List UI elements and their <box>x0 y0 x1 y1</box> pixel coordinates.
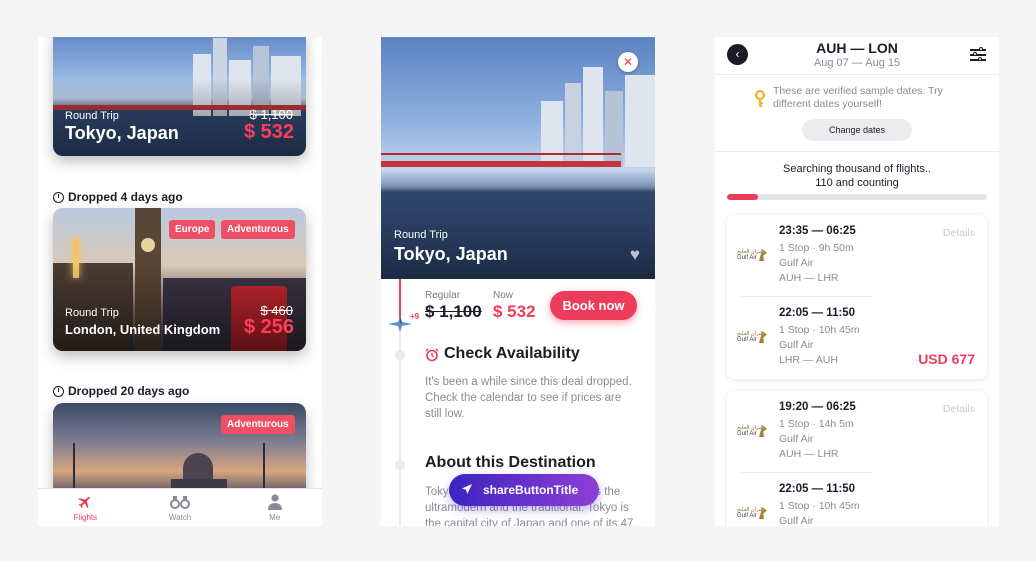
check-availability-text: It's been a while since this deal droppe… <box>425 376 632 420</box>
flight-time: 23:35 — 06:25 <box>779 225 856 237</box>
timeline-dot <box>395 350 405 360</box>
flight-route: LHR — AUH <box>779 354 838 366</box>
deals-list-screen: Round Trip Tokyo, Japan $ 1,100 $ 532 Dr… <box>38 37 322 526</box>
regular-label: Regular <box>425 290 461 301</box>
bottom-tab-bar: Flights Watch Me <box>38 488 322 526</box>
person-icon <box>267 494 282 511</box>
flight-leg: طيران الخليج Gulf Air 22:05 — 11:50 1 Sto… <box>727 473 987 526</box>
about-destination-title: About this Destination <box>425 454 596 471</box>
tag-adventurous: Adventurous <box>221 220 295 239</box>
tab-label: Flights <box>73 512 98 522</box>
gulf-air-logo: طيران الخليج Gulf Air <box>737 425 767 441</box>
check-availability-title[interactable]: Check Availability <box>444 345 580 363</box>
tab-me[interactable]: Me <box>227 489 322 526</box>
gulf-air-logo: طيران الخليج Gulf Air <box>737 249 767 265</box>
now-label: Now <box>493 290 514 301</box>
book-now-button[interactable]: Book now <box>550 291 637 320</box>
trip-label: Round Trip <box>394 229 448 241</box>
searching-text: Searching thousand of flights.. <box>783 163 931 175</box>
close-icon: ✕ <box>622 55 634 69</box>
filter-icon[interactable] <box>970 47 986 62</box>
hero-photo <box>381 37 655 279</box>
tag-adventurous: Adventurous <box>221 415 295 434</box>
clock-icon <box>53 385 64 397</box>
search-status: Searching thousand of flights.. 110 and … <box>715 162 999 190</box>
flight-search-screen: ‹ AUH — LON Aug 07 — Aug 15 These are ve… <box>715 37 999 526</box>
flight-stops: 1 Stop · 9h 50m <box>779 242 854 254</box>
now-price: $ 532 <box>493 302 536 321</box>
key-icon <box>752 89 768 113</box>
flight-time: 19:20 — 06:25 <box>779 401 856 413</box>
new-price: $ 256 <box>243 316 294 338</box>
trip-label: Round Trip <box>65 110 119 122</box>
share-label: shareButtonTitle <box>483 483 579 497</box>
deal-detail-screen: ✕ Round Trip Tokyo, Japan ♥ +9 Regular $… <box>381 37 655 526</box>
flight-result-card[interactable]: Details طيران الخليج Gulf Air 19:20 — 06:… <box>727 391 987 526</box>
airline-name: Gulf Air <box>779 339 814 351</box>
airline-name: Gulf Air <box>779 433 814 445</box>
flight-stops: 1 Stop · 10h 45m <box>779 324 860 336</box>
city-name: Tokyo, Japan <box>394 244 508 264</box>
gulf-air-logo: طيران الخليج Gulf Air <box>737 331 767 347</box>
flight-stops: 1 Stop · 14h 5m <box>779 418 854 430</box>
tab-label: Me <box>269 512 281 522</box>
tab-label: Watch <box>168 512 192 522</box>
dropped-text: Dropped 4 days ago <box>68 190 183 204</box>
share-button[interactable]: shareButtonTitle <box>449 474 599 506</box>
plus-badge: +9 <box>410 312 420 321</box>
airline-name: Gulf Air <box>779 515 814 526</box>
tag-europe: Europe <box>169 220 216 239</box>
flight-route: AUH — LHR <box>779 272 839 284</box>
old-price: $ 1,100 <box>249 107 293 122</box>
timeline-progress <box>399 279 401 319</box>
regular-price: $ 1,100 <box>425 302 482 321</box>
flight-route: AUH — LHR <box>779 448 839 460</box>
divider <box>715 151 999 152</box>
heart-icon[interactable]: ♥ <box>630 245 640 265</box>
change-dates-button[interactable]: Change dates <box>802 119 912 141</box>
timeline-dot <box>395 460 405 470</box>
city-name: London, United Kingdom <box>65 322 221 337</box>
close-button[interactable]: ✕ <box>618 52 638 72</box>
gulf-air-logo: طيران الخليج Gulf Air <box>737 507 767 523</box>
clock-icon <box>53 191 64 203</box>
plane-icon <box>76 494 94 511</box>
new-price: $ 532 <box>243 121 294 143</box>
header: ‹ AUH — LON Aug 07 — Aug 15 <box>715 37 999 75</box>
route-title: AUH — LON <box>816 40 898 56</box>
dropped-label-2: Dropped 20 days ago <box>53 384 189 398</box>
tab-watch[interactable]: Watch <box>133 489 228 526</box>
flight-result-card[interactable]: Details طيران الخليج Gulf Air 23:35 — 06:… <box>727 215 987 379</box>
dropped-label-1: Dropped 4 days ago <box>53 190 183 204</box>
flight-stops: 1 Stop · 10h 45m <box>779 500 860 512</box>
alarm-clock-icon <box>425 348 439 367</box>
airline-name: Gulf Air <box>779 257 814 269</box>
flight-time: 22:05 — 11:50 <box>779 483 856 495</box>
trip-label: Round Trip <box>65 307 119 319</box>
flight-leg: طيران الخليج Gulf Air 19:20 — 06:25 1 Sto… <box>727 391 987 473</box>
tab-flights[interactable]: Flights <box>38 489 133 526</box>
city-name: Tokyo, Japan <box>65 123 179 143</box>
deal-card-london[interactable]: Europe Adventurous Round Trip London, Un… <box>53 208 306 351</box>
flight-price: USD 677 <box>918 351 975 367</box>
dropped-text: Dropped 20 days ago <box>68 384 190 398</box>
counting-text: 110 and counting <box>815 177 899 189</box>
binoculars-icon <box>170 494 190 511</box>
search-progress-bar <box>727 194 987 200</box>
route-dates: Aug 07 — Aug 15 <box>813 57 901 69</box>
deal-card-tokyo[interactable]: Round Trip Tokyo, Japan $ 1,100 $ 532 <box>53 37 306 156</box>
progress-fill <box>727 194 759 200</box>
verified-dates-notice: These are verified sample dates. Try dif… <box>773 85 943 110</box>
flight-time: 22:05 — 11:50 <box>779 307 856 319</box>
flight-leg: طيران الخليج Gulf Air 23:35 — 06:25 1 Sto… <box>727 215 987 297</box>
send-icon <box>461 483 473 498</box>
